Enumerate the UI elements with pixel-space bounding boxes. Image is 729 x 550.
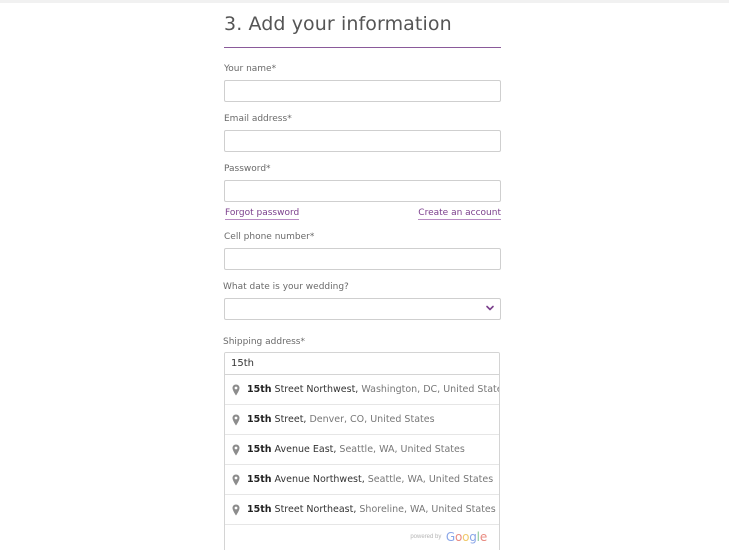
autocomplete-match-text: 15th <box>247 414 272 425</box>
autocomplete-secondary-text: Seattle, WA, United States <box>364 474 494 485</box>
powered-by-google: powered by Google <box>225 525 499 549</box>
autocomplete-main-text: Avenue Northwest, <box>271 474 365 485</box>
forgot-password-link[interactable]: Forgot password <box>225 208 300 220</box>
email-label: Email address* <box>224 114 292 124</box>
autocomplete-suggestions: 15th Street Northwest, Washington, DC, U… <box>225 375 499 525</box>
password-input[interactable] <box>224 180 501 202</box>
autocomplete-main-text: Avenue East, <box>271 444 337 455</box>
autocomplete-main-text: Street, <box>271 414 307 425</box>
google-letter: G <box>445 530 455 544</box>
phone-input[interactable] <box>224 248 501 270</box>
name-label: Your name* <box>224 64 277 74</box>
autocomplete-item[interactable]: 15th Street, Denver, CO, United States <box>225 405 499 435</box>
name-input[interactable] <box>224 80 501 102</box>
section-title: 3. Add your information <box>224 13 452 35</box>
map-pin-icon <box>232 414 240 426</box>
autocomplete-main-text: Street Northwest, <box>271 384 359 395</box>
map-pin-icon <box>232 504 240 516</box>
map-pin-icon <box>232 384 240 396</box>
wedding-date-label: What date is your wedding? <box>223 282 349 292</box>
autocomplete-match-text: 15th <box>247 504 272 515</box>
autocomplete-item[interactable]: 15th Avenue East, Seattle, WA, United St… <box>225 435 499 465</box>
autocomplete-item[interactable]: 15th Avenue Northwest, Seattle, WA, Unit… <box>225 465 499 495</box>
chevron-down-icon <box>486 305 494 311</box>
autocomplete-secondary-text: Denver, CO, United States <box>306 414 435 425</box>
autocomplete-secondary-text: Washington, DC, United States <box>358 384 499 395</box>
page: 3. Add your information Your name* Email… <box>0 0 729 550</box>
autocomplete-main-text: Street Northeast, <box>271 504 357 515</box>
powered-by-text: powered by <box>410 534 442 540</box>
phone-label: Cell phone number* <box>224 232 315 242</box>
map-pin-icon <box>232 444 240 456</box>
wedding-date-select[interactable] <box>224 298 501 320</box>
autocomplete-match-text: 15th <box>247 444 272 455</box>
google-logo: Google <box>446 530 487 544</box>
autocomplete-secondary-text: Seattle, WA, United States <box>336 444 465 455</box>
google-letter: g <box>469 530 477 544</box>
email-input[interactable] <box>224 130 501 152</box>
autocomplete-match-text: 15th <box>247 384 272 395</box>
map-pin-icon <box>232 474 240 486</box>
autocomplete-item[interactable]: 15th Street Northwest, Washington, DC, U… <box>225 375 499 405</box>
section-divider <box>224 47 501 48</box>
autocomplete-secondary-text: Shoreline, WA, United States <box>356 504 496 515</box>
autocomplete-match-text: 15th <box>247 474 272 485</box>
shipping-autocomplete: 15th Street Northwest, Washington, DC, U… <box>224 352 500 550</box>
password-label: Password* <box>224 164 271 174</box>
create-account-link[interactable]: Create an account <box>418 208 501 220</box>
autocomplete-item[interactable]: 15th Street Northeast, Shoreline, WA, Un… <box>225 495 499 525</box>
shipping-address-input[interactable] <box>225 353 499 375</box>
shipping-label: Shipping address* <box>223 337 305 347</box>
google-letter: e <box>479 530 487 544</box>
